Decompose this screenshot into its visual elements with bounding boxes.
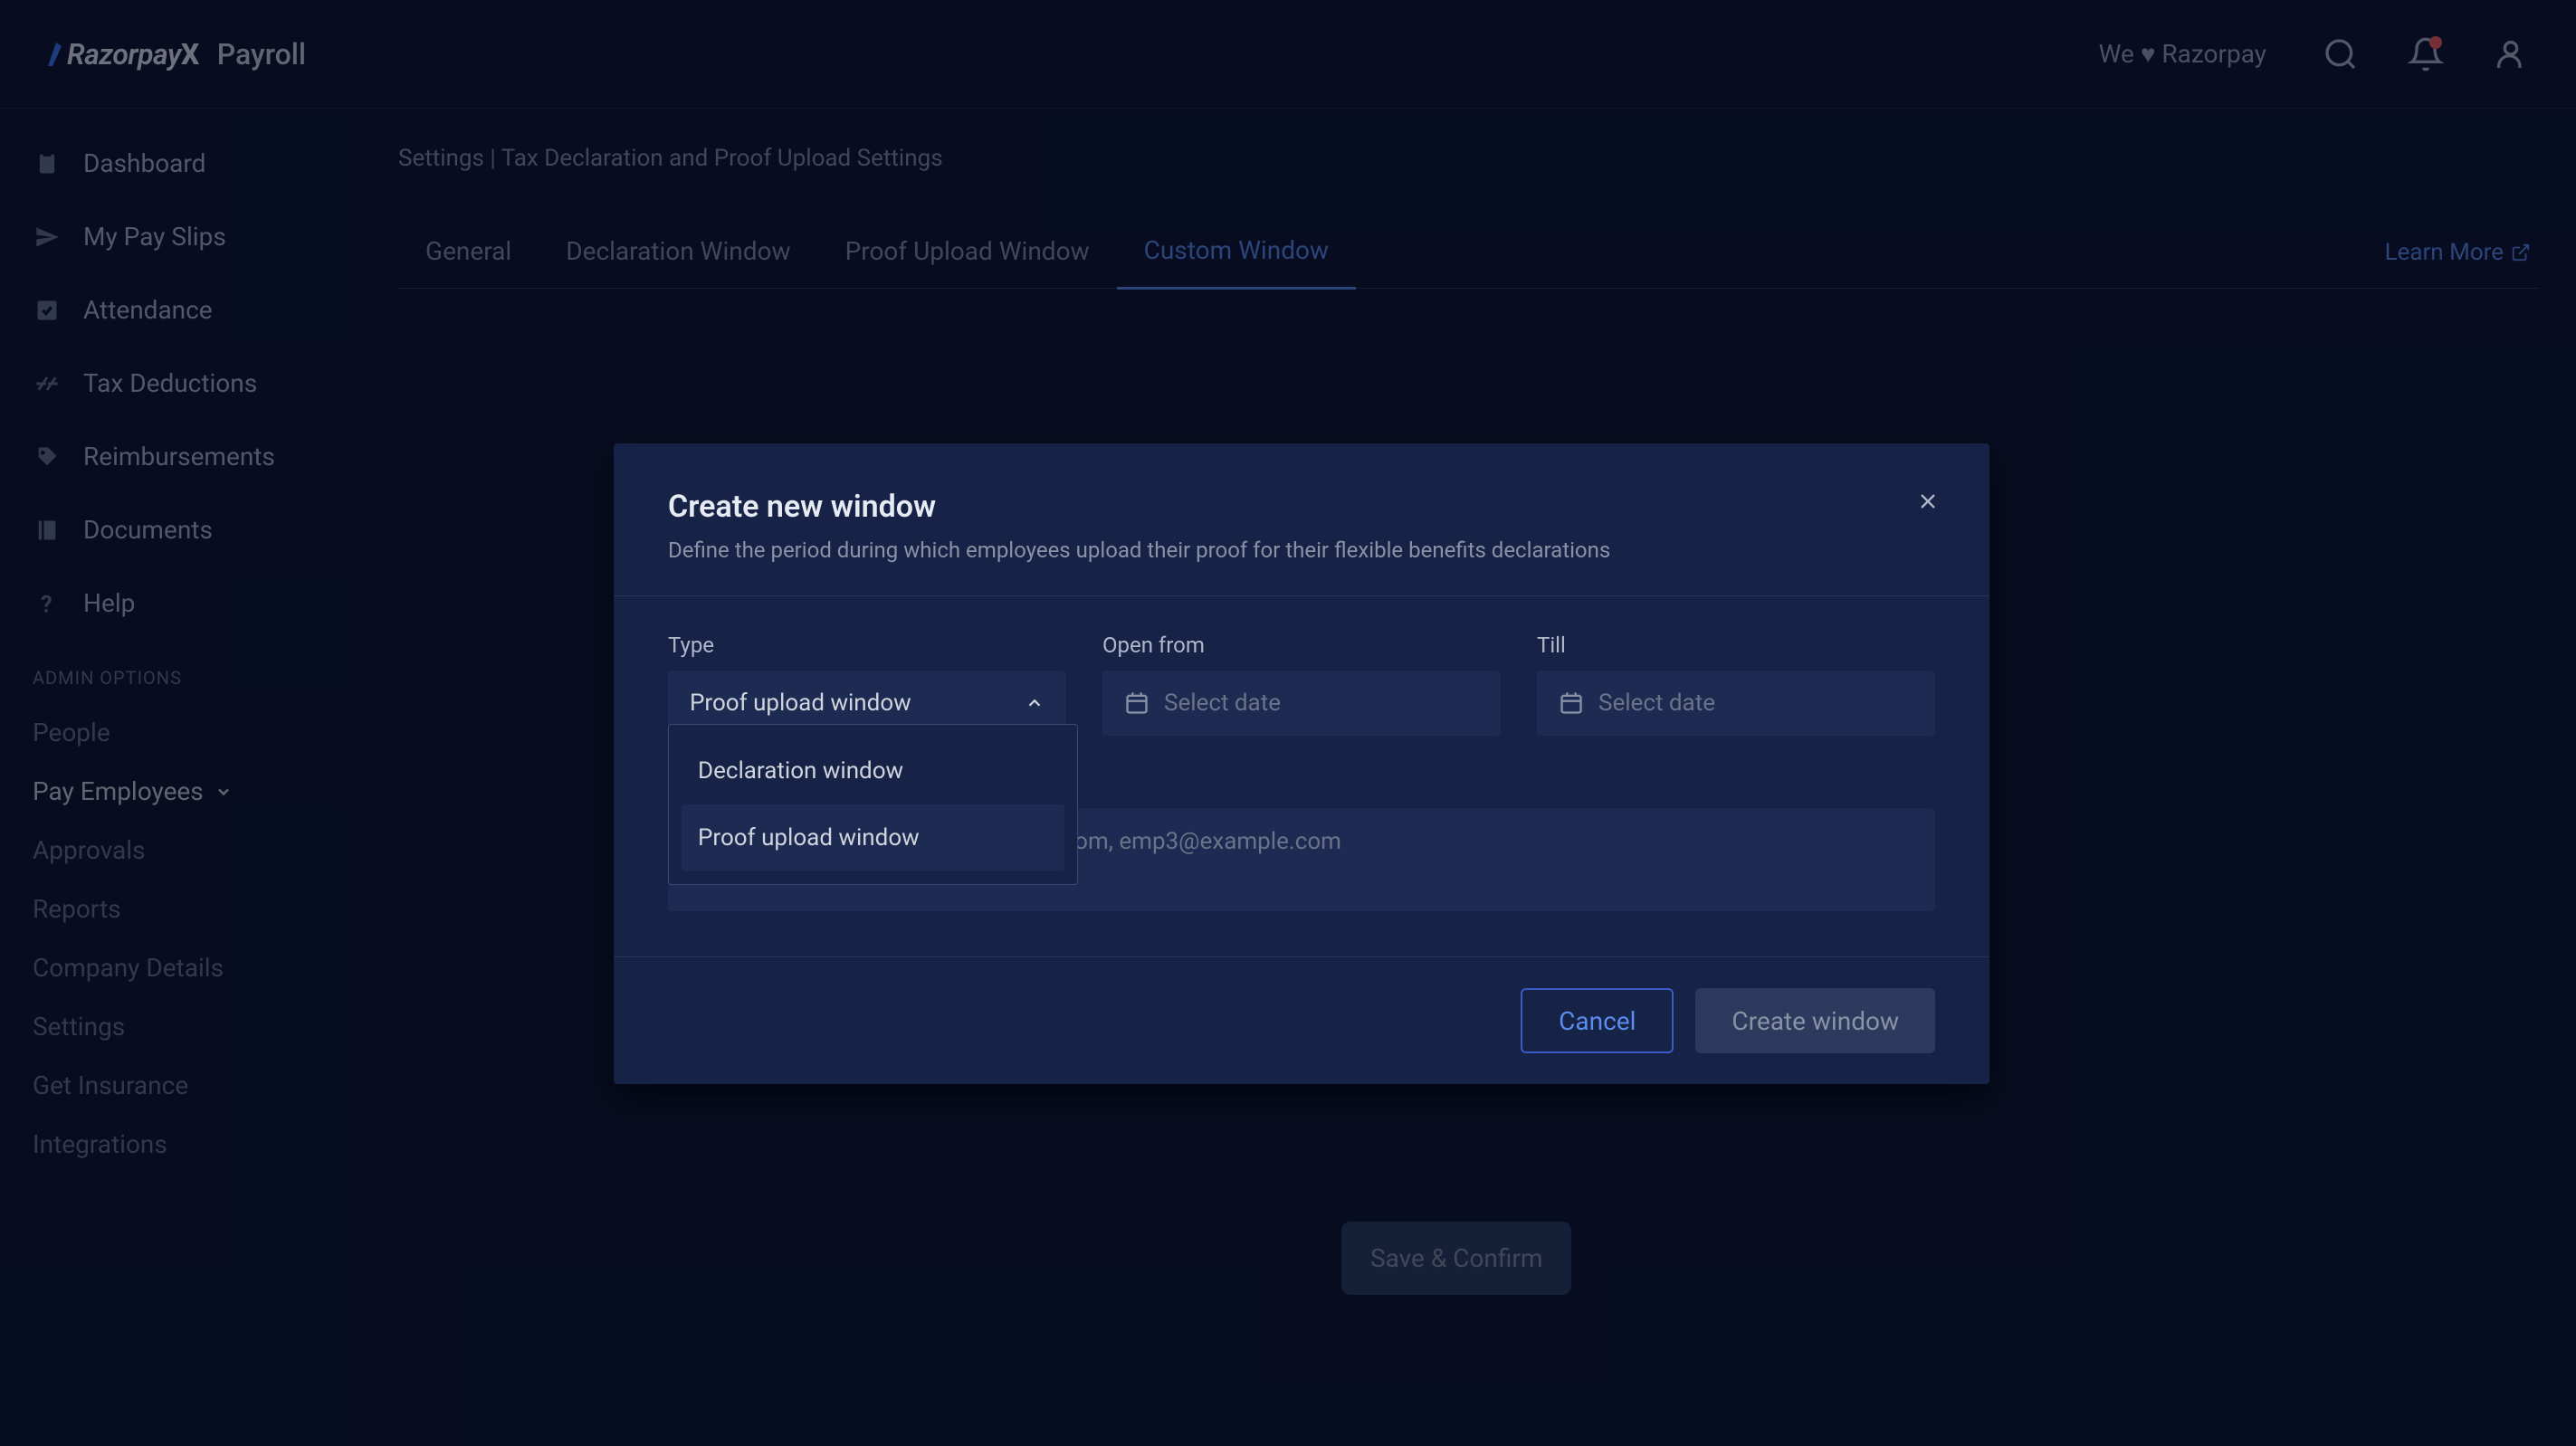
create-window-modal: Create new window Define the period duri… <box>614 443 1989 1084</box>
open-from-placeholder: Select date <box>1164 690 1281 717</box>
till-label: Till <box>1537 633 1935 658</box>
chevron-up-icon <box>1025 693 1045 713</box>
modal-title: Create new window <box>668 489 1935 525</box>
modal-subtitle: Define the period during which employees… <box>668 537 1935 563</box>
till-input[interactable]: Select date <box>1537 671 1935 736</box>
till-placeholder: Select date <box>1598 690 1715 717</box>
calendar-icon <box>1124 690 1150 716</box>
modal-header: Create new window Define the period duri… <box>614 443 1989 596</box>
type-dropdown: Declaration window Proof upload window <box>668 724 1078 885</box>
dropdown-option-proof-upload-window[interactable]: Proof upload window <box>682 804 1064 871</box>
close-icon[interactable] <box>1915 489 1944 518</box>
create-window-button[interactable]: Create window <box>1695 988 1935 1053</box>
dropdown-option-declaration-window[interactable]: Declaration window <box>682 737 1064 804</box>
calendar-icon <box>1559 690 1584 716</box>
modal-footer: Cancel Create window <box>614 956 1989 1084</box>
type-value: Proof upload window <box>690 690 911 717</box>
open-from-label: Open from <box>1102 633 1501 658</box>
open-from-input[interactable]: Select date <box>1102 671 1501 736</box>
cancel-button[interactable]: Cancel <box>1521 988 1674 1053</box>
type-label: Type <box>668 633 1066 658</box>
